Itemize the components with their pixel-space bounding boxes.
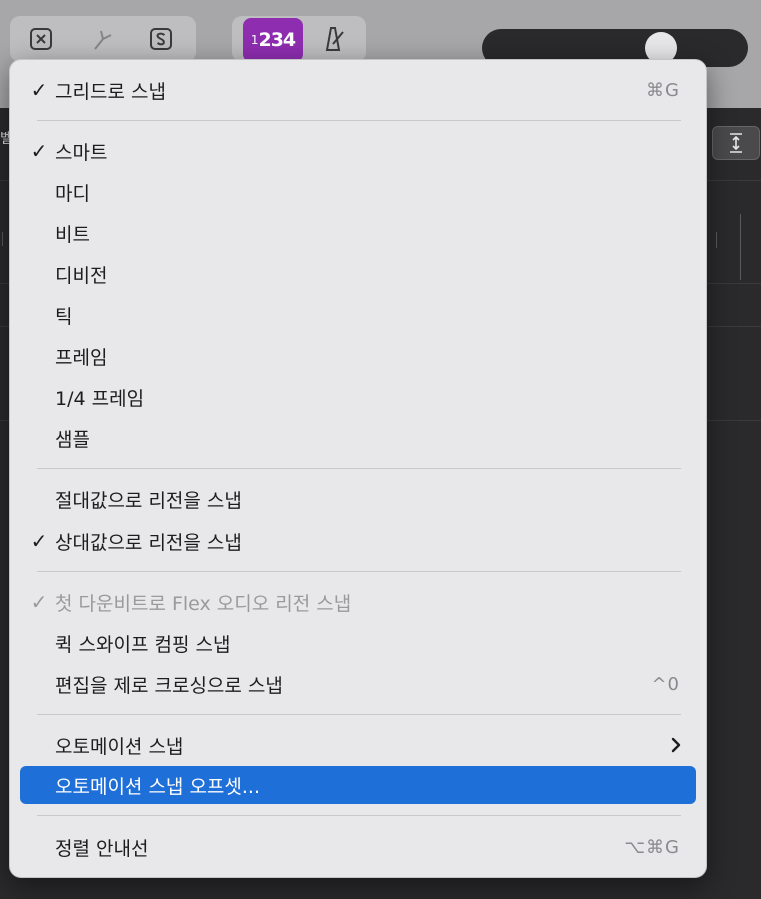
menu-item-label: 프레임 bbox=[55, 346, 108, 369]
menu-item-frame[interactable]: 프레임 bbox=[20, 337, 696, 375]
menu-item-label: 퀵 스와이프 컴핑 스냅 bbox=[55, 633, 231, 656]
chevron-right-icon bbox=[670, 726, 682, 764]
menu-item-quick-swipe-comping-snap[interactable]: 퀵 스와이프 컴핑 스냅 bbox=[20, 624, 696, 662]
menu-item-bar[interactable]: 마디 bbox=[20, 173, 696, 211]
menu-separator bbox=[37, 120, 681, 121]
checkmark-icon: ✓ bbox=[30, 529, 48, 553]
menu-item-snap-automation-offset[interactable]: 오토메이션 스냅 오프셋... bbox=[20, 766, 696, 804]
checkmark-icon: ✓ bbox=[30, 139, 48, 163]
lcd-count-in-button[interactable]: 1 234 bbox=[243, 18, 303, 62]
menu-item-snap-regions-absolute[interactable]: 절대값으로 리전을 스냅 bbox=[20, 480, 696, 518]
menu-item-label: 오토메이션 스냅 오프셋... bbox=[55, 775, 260, 798]
menu-separator bbox=[37, 714, 681, 715]
checkmark-icon: ✓ bbox=[30, 78, 48, 102]
menu-item-shortcut: ⌥⌘G bbox=[624, 836, 680, 858]
menu-item-tick[interactable]: 틱 bbox=[20, 296, 696, 334]
ruler-tick bbox=[740, 214, 741, 280]
menu-item-label: 샘플 bbox=[55, 428, 90, 451]
menu-item-quarter-frame[interactable]: 1/4 프레임 bbox=[20, 378, 696, 416]
ruler-tick bbox=[716, 232, 717, 248]
menu-item-snap-edits-zero-crossings[interactable]: 편집을 제로 크로싱으로 스냅 ^0 bbox=[20, 665, 696, 703]
menu-item-label: 정렬 안내선 bbox=[55, 837, 149, 860]
menu-item-label: 첫 다운비트로 Flex 오디오 리전 스냅 bbox=[55, 592, 352, 615]
solo-box-icon[interactable] bbox=[146, 24, 176, 54]
menu-separator bbox=[37, 468, 681, 469]
vertical-zoom-icon bbox=[730, 133, 742, 153]
checkmark-icon: ✓ bbox=[30, 590, 48, 614]
menu-separator bbox=[37, 571, 681, 572]
vertical-zoom-fit-button[interactable] bbox=[712, 126, 760, 160]
menu-item-snap-to-grid[interactable]: ✓ 그리드로 스냅 ⌘G bbox=[20, 71, 696, 109]
menu-item-snap-regions-relative[interactable]: ✓ 상대값으로 리전을 스냅 bbox=[20, 522, 696, 560]
metronome-icon[interactable] bbox=[318, 24, 348, 54]
menu-item-label: 비트 bbox=[55, 223, 90, 246]
menu-item-label: 스마트 bbox=[55, 141, 108, 164]
delete-box-icon[interactable] bbox=[26, 24, 56, 54]
lcd-small-digit: 1 bbox=[250, 33, 259, 47]
menu-item-shortcut: ^0 bbox=[651, 673, 680, 695]
tuning-fork-icon[interactable] bbox=[88, 24, 118, 54]
menu-item-alignment-guides[interactable]: 정렬 안내선 ⌥⌘G bbox=[20, 828, 696, 866]
menu-item-label: 상대값으로 리전을 스냅 bbox=[55, 531, 242, 554]
menu-item-label: 편집을 제로 크로싱으로 스냅 bbox=[55, 674, 283, 697]
menu-separator bbox=[37, 815, 681, 816]
lcd-main-digits: 234 bbox=[258, 29, 296, 51]
menu-item-smart[interactable]: ✓ 스마트 bbox=[20, 132, 696, 170]
menu-item-snap-automation[interactable]: 오토메이션 스냅 bbox=[20, 726, 696, 764]
menu-item-beat[interactable]: 비트 bbox=[20, 214, 696, 252]
menu-item-label: 디비전 bbox=[55, 264, 108, 287]
menu-item-label: 마디 bbox=[55, 182, 90, 205]
menu-item-label: 1/4 프레임 bbox=[55, 387, 145, 410]
menu-item-snap-flex-downbeat: ✓ 첫 다운비트로 Flex 오디오 리전 스냅 bbox=[20, 583, 696, 621]
menu-item-shortcut: ⌘G bbox=[646, 79, 680, 101]
ruler-tick bbox=[2, 232, 3, 246]
edit-tools-group bbox=[10, 16, 196, 62]
menu-item-label: 그리드로 스냅 bbox=[55, 80, 166, 103]
menu-item-label: 절대값으로 리전을 스냅 bbox=[55, 489, 242, 512]
menu-item-label: 틱 bbox=[55, 305, 73, 328]
menu-item-division[interactable]: 디비전 bbox=[20, 255, 696, 293]
menu-item-label: 오토메이션 스냅 bbox=[55, 735, 184, 758]
snap-menu: ✓ 그리드로 스냅 ⌘G ✓ 스마트 마디 비트 디비전 틱 프레임 1/4 프… bbox=[9, 59, 707, 878]
menu-item-sample[interactable]: 샘플 bbox=[20, 419, 696, 457]
